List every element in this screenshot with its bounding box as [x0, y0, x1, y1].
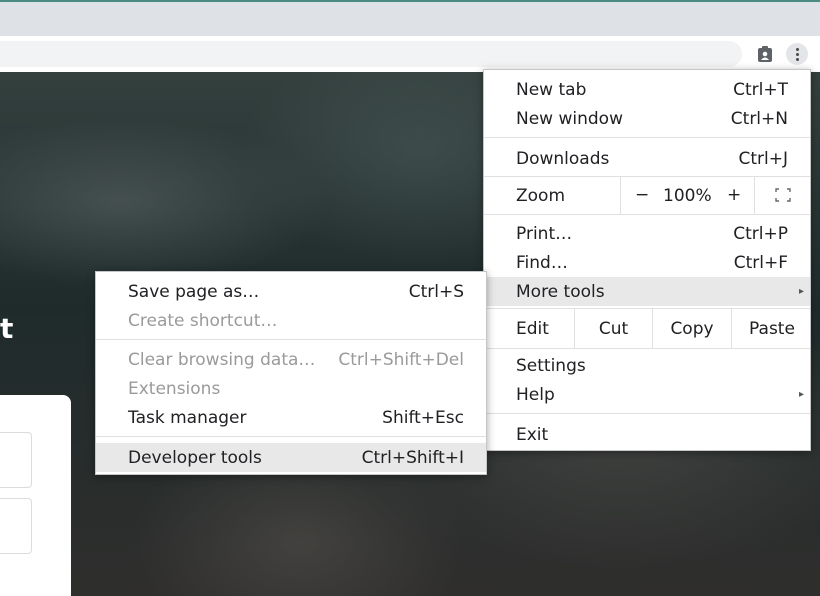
fullscreen-corners-icon[interactable] [775, 188, 791, 202]
browser-main-menu: New tab Ctrl+T New window Ctrl+N Downloa… [483, 69, 811, 451]
menu-item-more-tools[interactable]: More tools ▸ [484, 277, 810, 306]
menu-item-find[interactable]: Find… Ctrl+F [484, 248, 810, 277]
address-bar[interactable] [0, 41, 742, 67]
cut-button[interactable]: Cut [574, 309, 652, 348]
menu-item-save-page-as[interactable]: Save page as… Ctrl+S [96, 277, 486, 306]
menu-divider [754, 177, 755, 214]
card-input-field[interactable] [0, 498, 32, 554]
menu-item-extensions: Extensions [128, 378, 221, 399]
menu-item-help[interactable]: Help ▸ [484, 380, 810, 409]
menu-item-developer-tools[interactable]: Developer tools Ctrl+Shift+I [96, 443, 486, 472]
triangle-right-icon: ▸ [798, 286, 804, 297]
zoom-label: Zoom [516, 186, 566, 206]
zoom-in-button[interactable]: + [727, 185, 741, 205]
menu-item-new-window[interactable]: New window Ctrl+N [484, 104, 810, 133]
menu-item-new-tab[interactable]: New tab Ctrl+T [484, 75, 810, 104]
copy-button[interactable]: Copy [652, 309, 731, 348]
browser-toolbar [0, 36, 820, 72]
zoom-level: 100% [663, 186, 712, 206]
menu-item-task-manager[interactable]: Task manager Shift+Esc [96, 403, 486, 432]
menu-divider [484, 137, 810, 138]
menu-edit-row: Edit Cut Copy Paste [484, 309, 810, 348]
zoom-out-button[interactable]: − [635, 185, 649, 205]
menu-item-clear-browsing-data: Clear browsing data… Ctrl+Shift+Del [128, 349, 464, 370]
menu-divider [96, 339, 486, 340]
menu-divider [484, 214, 810, 215]
menu-item-create-shortcut: Create shortcut… [128, 310, 278, 331]
menu-divider [96, 436, 486, 437]
menu-divider [484, 348, 810, 349]
menu-item-downloads[interactable]: Downloads Ctrl+J [484, 144, 810, 173]
three-dots-vertical-icon[interactable] [786, 43, 808, 65]
triangle-right-icon: ▸ [798, 389, 804, 400]
menu-item-settings[interactable]: Settings [484, 351, 810, 380]
page-heading-fragment: t [0, 312, 14, 345]
edit-label: Edit [516, 319, 549, 339]
more-tools-submenu: Save page as… Ctrl+S Create shortcut… Cl… [95, 271, 487, 475]
menu-zoom-row: Zoom − 100% + [484, 177, 810, 214]
card-input-field[interactable] [0, 432, 32, 488]
menu-item-exit[interactable]: Exit [484, 420, 810, 449]
zoom-controls: − 100% + [620, 177, 812, 214]
paste-button[interactable]: Paste [731, 309, 812, 348]
clipboard-person-icon[interactable] [754, 43, 776, 65]
menu-item-print[interactable]: Print… Ctrl+P [484, 219, 810, 248]
page-card [0, 395, 71, 596]
menu-divider [484, 413, 810, 414]
tab-strip [0, 0, 820, 36]
